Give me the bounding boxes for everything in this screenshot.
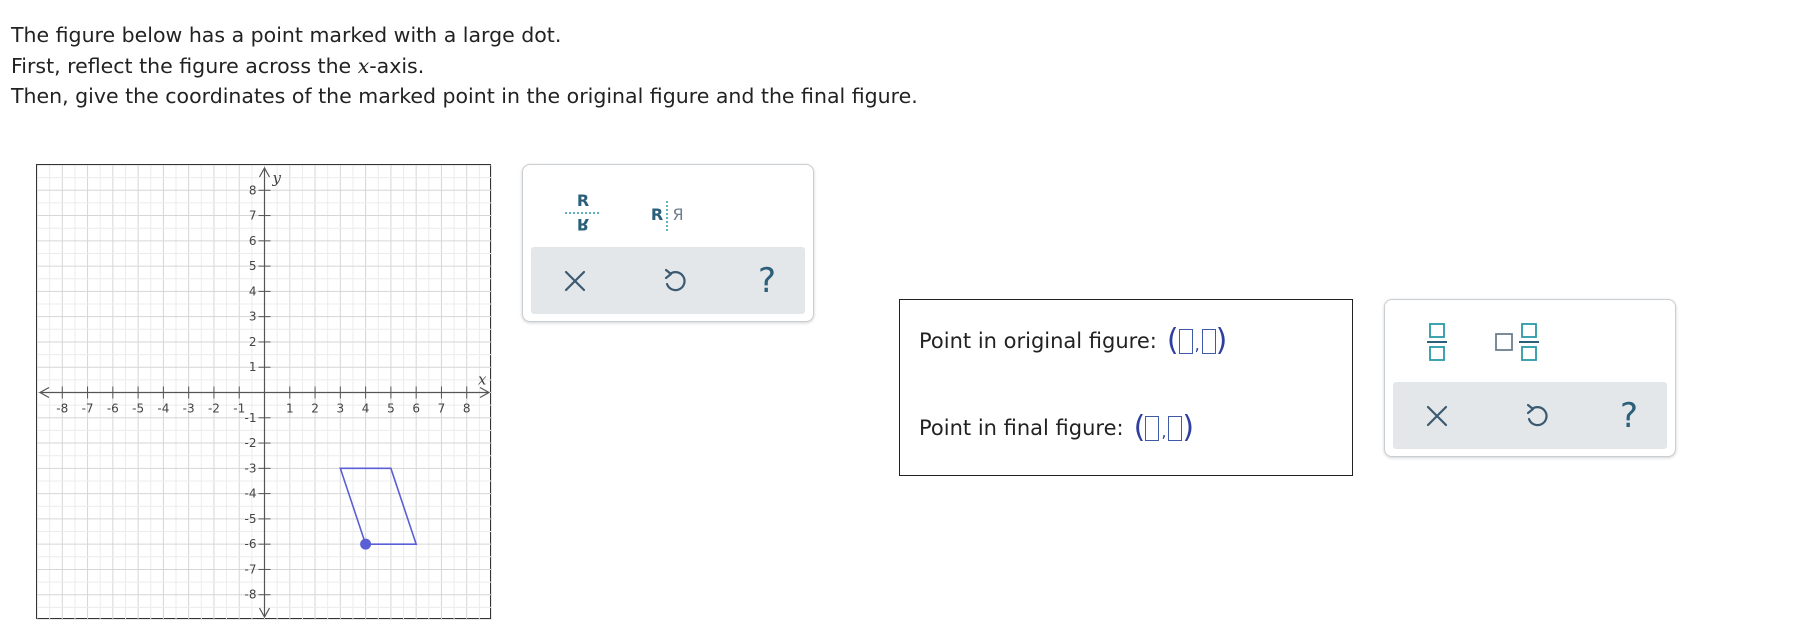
x-tick-label: -2 — [208, 402, 220, 416]
x-tick-label: 6 — [412, 402, 420, 416]
prompt-line-2: First, reflect the figure across the x-a… — [11, 51, 918, 82]
clear-button[interactable] — [545, 247, 605, 314]
reflect-horizontal-line-button[interactable]: R R — [553, 179, 613, 235]
y-tick-label: -6 — [245, 537, 257, 551]
prompt-line-2-start: First, reflect the figure across the — [11, 53, 358, 78]
final-x-input[interactable] — [1145, 415, 1160, 441]
x-tick-label: 7 — [438, 402, 446, 416]
x-tick-label: -8 — [56, 402, 68, 416]
y-tick-label: 4 — [249, 284, 257, 298]
prompt-axis-variable: x — [357, 53, 370, 78]
original-point-row: Point in original figure: ( , ) — [919, 326, 1227, 356]
undo-button[interactable] — [1507, 382, 1567, 449]
y-tick-label: 3 — [249, 310, 257, 324]
y-tick-label: 8 — [249, 183, 257, 197]
paren-close: ) — [1215, 323, 1228, 358]
final-point-row: Point in final figure: ( , ) — [919, 413, 1194, 443]
help-button[interactable]: ? — [737, 247, 797, 314]
x-tick-label: 4 — [362, 402, 370, 416]
y-tick-label: 6 — [249, 234, 257, 248]
paren-close: ) — [1182, 410, 1195, 445]
transformation-toolbar: R R R Я ? — [522, 164, 814, 322]
y-tick-label: -2 — [245, 436, 257, 450]
fraction-icon — [1427, 323, 1447, 361]
y-tick-label: 1 — [249, 360, 257, 374]
mixed-number-icon — [1495, 323, 1539, 361]
x-tick-label: -7 — [82, 402, 94, 416]
y-tick-label: -1 — [245, 411, 257, 425]
original-point-pair: ( , ) — [1167, 326, 1228, 356]
reflect-glyph-right: Я — [672, 205, 683, 224]
reflect-glyph-left: R — [651, 205, 663, 224]
reflect-vertical-line-button[interactable]: R Я — [631, 179, 701, 235]
original-point-label: Point in original figure: — [919, 329, 1157, 353]
final-y-input[interactable] — [1168, 415, 1183, 441]
clear-button[interactable] — [1407, 382, 1467, 449]
problem-prompt: The figure below has a point marked with… — [11, 20, 918, 112]
graph-canvas[interactable]: -8 -7 -6 -5 -4 -3 -2 -1 1 2 3 4 5 6 7 8 8 7 6 5 4 3 2 1 -1 -2 -3 -4… — [37, 165, 492, 620]
x-tick-label: 1 — [286, 402, 294, 416]
reflect-horizontal-line-icon: R R — [565, 191, 601, 234]
close-icon — [1426, 405, 1448, 426]
help-icon: ? — [1619, 395, 1639, 436]
y-tick-label: -7 — [245, 562, 257, 576]
x-tick-label: -4 — [157, 402, 169, 416]
y-tick-label: 2 — [249, 335, 257, 349]
reflect-glyph-bottom: R — [577, 215, 589, 234]
x-tick-label: 5 — [387, 402, 395, 416]
coordinate-graph[interactable]: -8 -7 -6 -5 -4 -3 -2 -1 1 2 3 4 5 6 7 8 8 7 6 5 4 3 2 1 -1 -2 -3 -4… — [36, 164, 492, 620]
undo-button[interactable] — [645, 247, 705, 314]
x-tick-label: -5 — [132, 402, 144, 416]
reflect-vertical-line-icon: R Я — [651, 201, 684, 231]
toolbar-actions: ? — [531, 247, 805, 314]
mixed-number-button[interactable] — [1485, 314, 1555, 370]
undo-icon — [664, 268, 686, 291]
final-point-pair: ( , ) — [1134, 413, 1195, 443]
final-point-label: Point in final figure: — [919, 416, 1124, 440]
comma: , — [1161, 422, 1167, 441]
answer-panel: Point in original figure: ( , ) Point in… — [899, 299, 1353, 476]
original-y-input[interactable] — [1201, 328, 1216, 354]
y-tick-label: 5 — [249, 259, 257, 273]
prompt-line-3: Then, give the coordinates of the marked… — [11, 84, 918, 108]
x-axis-label: x — [478, 371, 487, 389]
prompt-line-2-end: -axis. — [369, 53, 425, 78]
y-axis-label: y — [272, 169, 282, 187]
y-tick-label: -4 — [245, 487, 257, 501]
original-x-input[interactable] — [1178, 328, 1193, 354]
x-tick-label: -6 — [107, 402, 119, 416]
paren-open: ( — [1133, 410, 1146, 445]
marked-point — [360, 538, 372, 550]
help-icon: ? — [757, 260, 777, 301]
reflect-glyph-top: R — [577, 191, 589, 210]
x-tick-label: -1 — [233, 402, 245, 416]
math-input-toolbar: ? — [1384, 299, 1676, 457]
y-tick-label: 7 — [249, 209, 257, 223]
undo-icon — [1526, 403, 1548, 426]
x-tick-label: 2 — [311, 402, 319, 416]
y-tick-label: -8 — [245, 588, 257, 602]
x-tick-label: 8 — [463, 402, 471, 416]
x-tick-label: 3 — [337, 402, 345, 416]
y-tick-label: -3 — [245, 461, 257, 475]
help-button[interactable]: ? — [1599, 382, 1659, 449]
fraction-button[interactable] — [1407, 314, 1467, 370]
prompt-line-1: The figure below has a point marked with… — [11, 23, 562, 47]
toolbar-actions: ? — [1393, 382, 1667, 449]
y-tick-label: -5 — [245, 512, 257, 526]
close-icon — [564, 270, 586, 291]
x-tick-label: -3 — [183, 402, 195, 416]
paren-open: ( — [1166, 323, 1179, 358]
comma: , — [1194, 335, 1200, 354]
